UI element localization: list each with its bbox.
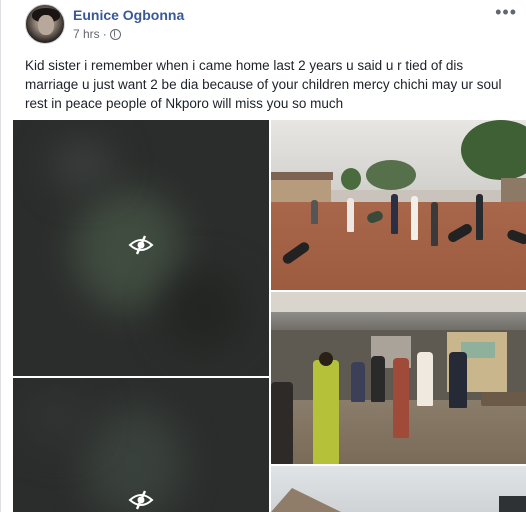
hidden-photo-tile[interactable] bbox=[13, 378, 269, 512]
post-text: Kid sister i remember when i came home l… bbox=[25, 58, 502, 111]
feed-post: Eunice Ogbonna 7 hrs · ••• Kid sister i … bbox=[0, 0, 526, 512]
photo-grid bbox=[13, 120, 526, 512]
post-timestamp[interactable]: 7 hrs bbox=[73, 27, 100, 41]
meta-separator: · bbox=[102, 27, 107, 41]
photo-tile[interactable] bbox=[271, 292, 526, 464]
more-options-icon[interactable]: ••• bbox=[495, 2, 517, 23]
post-header: Eunice Ogbonna 7 hrs · ••• bbox=[1, 0, 526, 52]
eye-slash-icon[interactable] bbox=[128, 235, 154, 255]
hidden-photo-tile[interactable] bbox=[13, 120, 269, 376]
avatar[interactable] bbox=[25, 4, 65, 44]
photo-tile[interactable] bbox=[271, 466, 526, 512]
globe-icon[interactable] bbox=[109, 28, 121, 40]
post-meta: 7 hrs · bbox=[73, 27, 121, 41]
author-name-link[interactable]: Eunice Ogbonna bbox=[73, 7, 184, 23]
photo-tile[interactable] bbox=[271, 120, 526, 290]
eye-slash-icon[interactable] bbox=[128, 490, 154, 510]
